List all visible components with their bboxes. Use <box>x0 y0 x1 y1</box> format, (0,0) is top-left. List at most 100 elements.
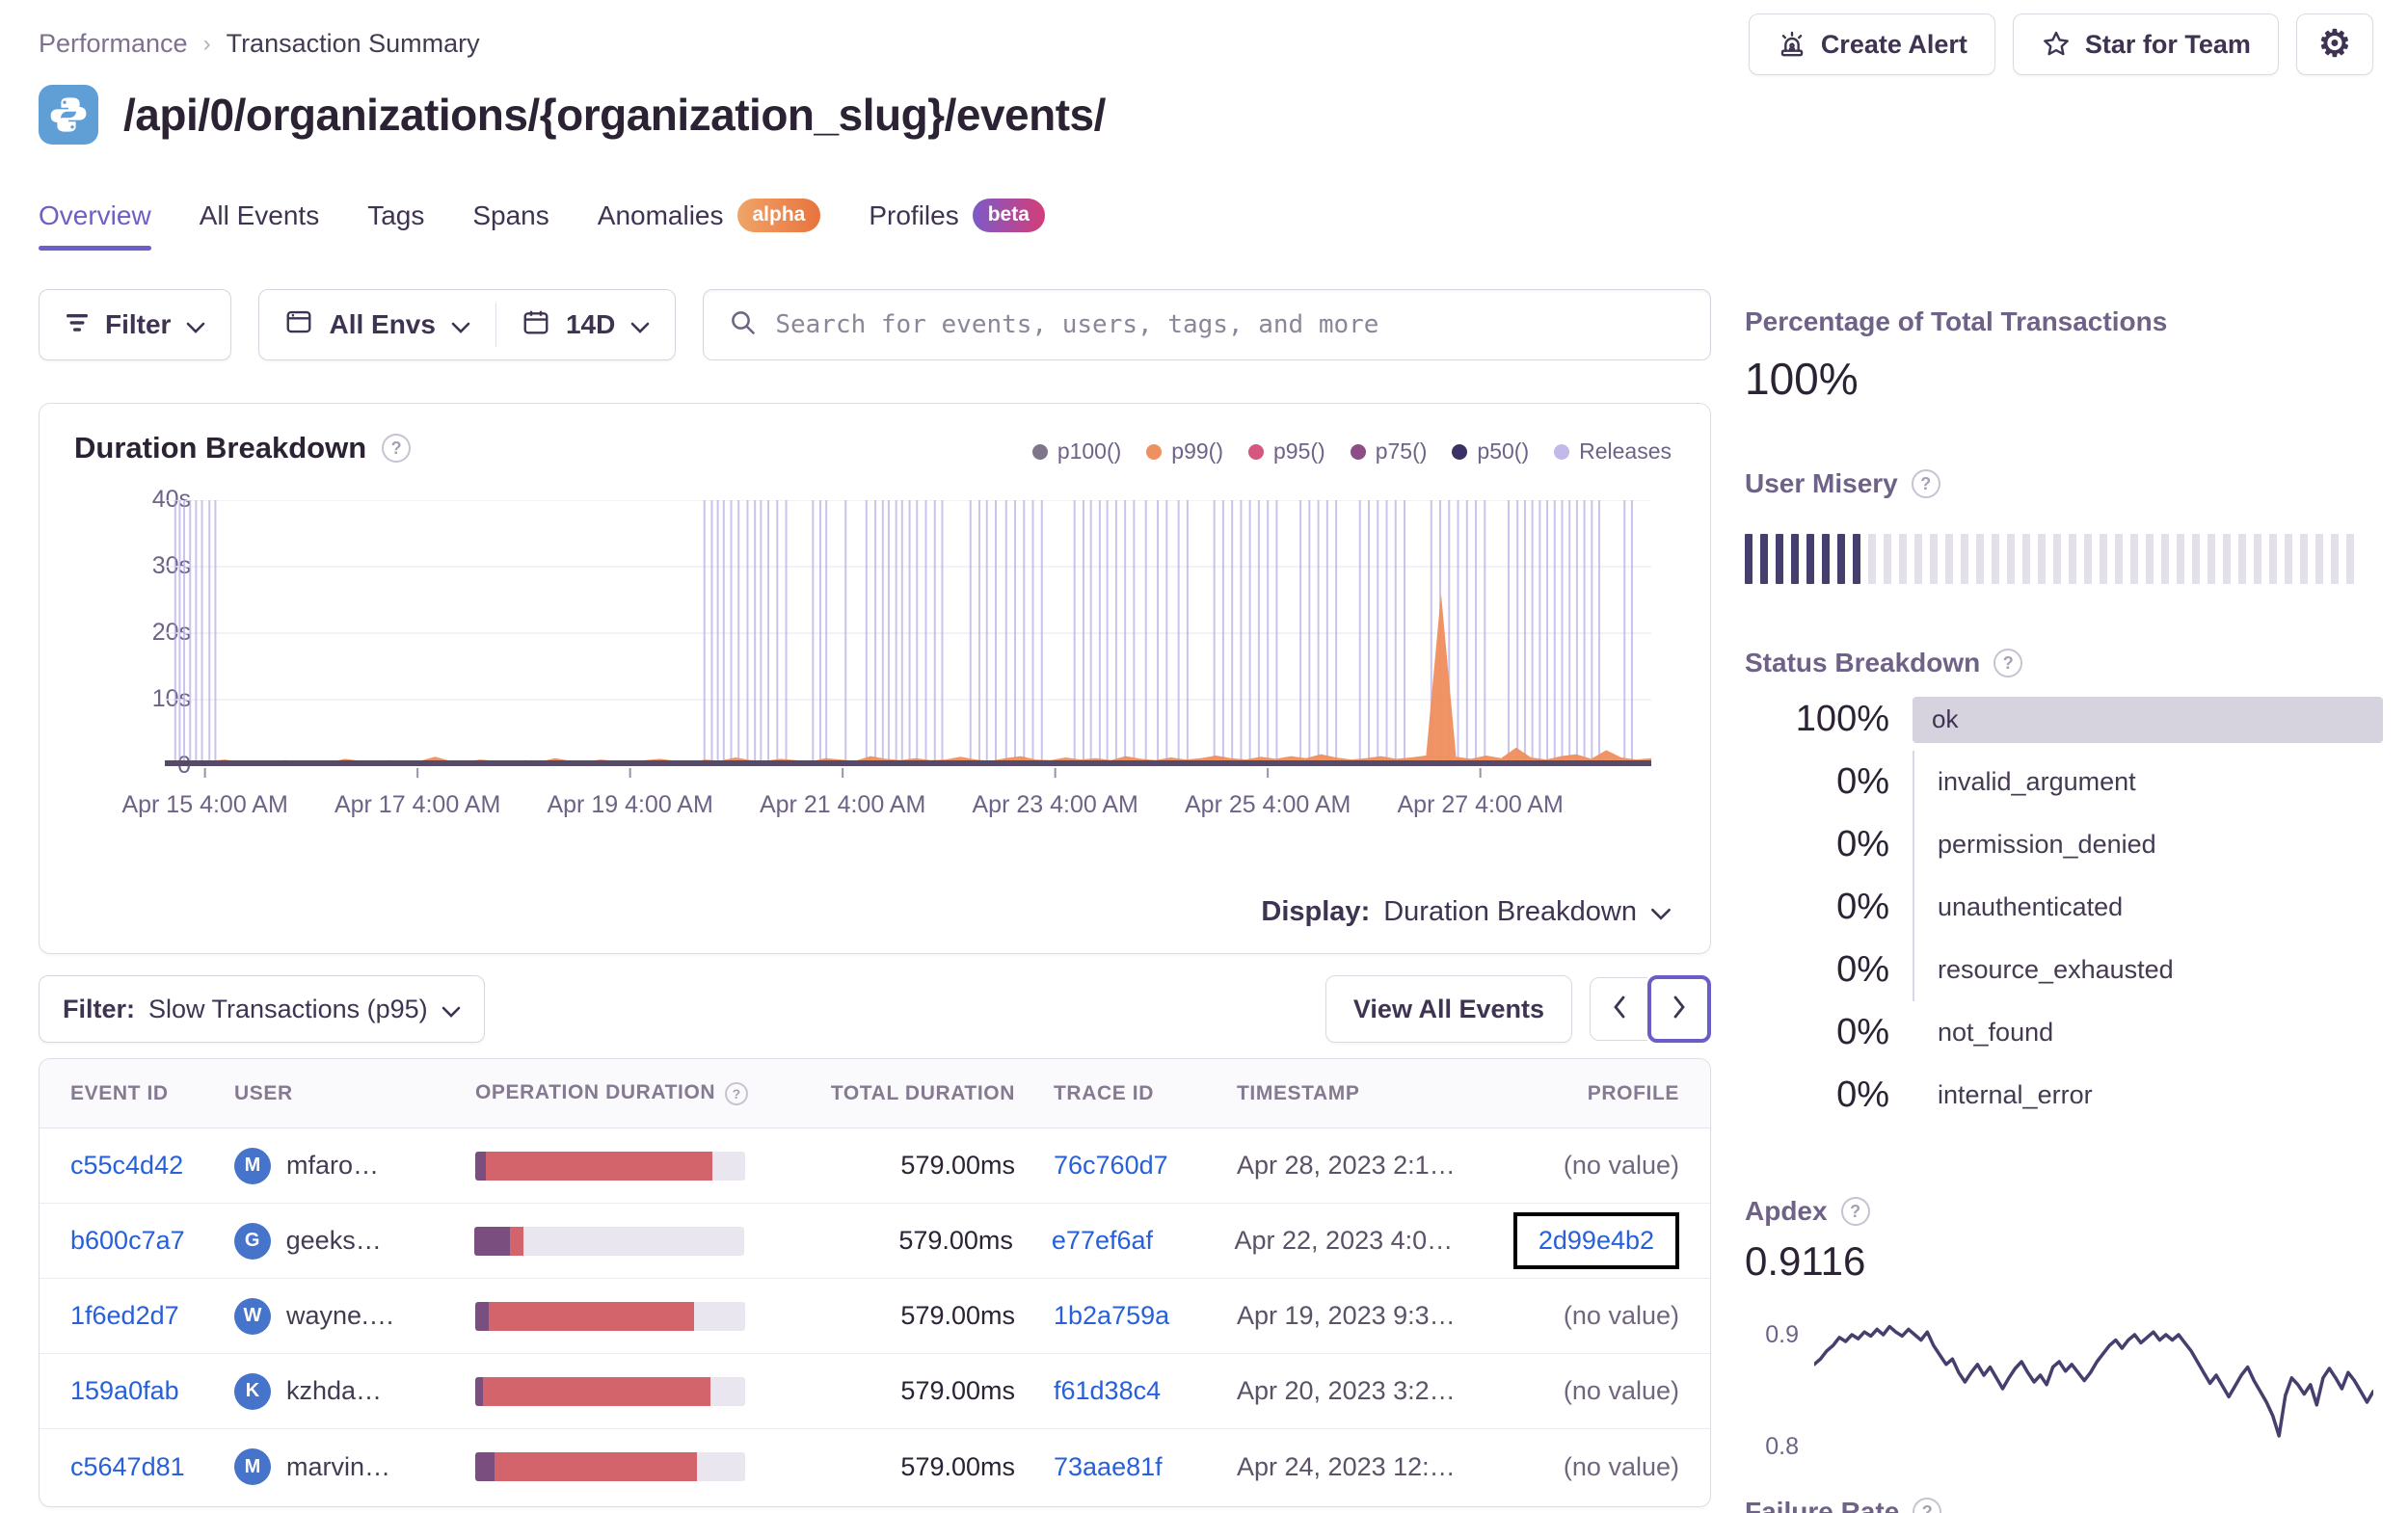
column-header-trace-id[interactable]: TRACE ID <box>1054 1082 1237 1105</box>
profile-no-value: (no value) <box>1563 1301 1679 1330</box>
legend-dot-icon <box>1031 443 1048 460</box>
operation-duration-bar <box>475 1151 745 1181</box>
help-icon[interactable]: ? <box>1911 469 1940 498</box>
op-segment-http <box>486 1151 713 1181</box>
profile-id-link[interactable]: 2d99e4b2 <box>1538 1226 1654 1255</box>
gear-icon: ⚙ <box>2317 24 2351 65</box>
duration-chart-plot[interactable] <box>165 499 1651 780</box>
tab-tags[interactable]: Tags <box>367 200 424 251</box>
status-label: resource_exhausted <box>1938 955 2174 984</box>
misery-tick-empty <box>2254 534 2261 584</box>
column-header-user[interactable]: USER <box>234 1082 475 1105</box>
table-row: 159a0fab Kkzhda… 579.00ms f61d38c4 Apr 20, 2… <box>40 1354 1710 1429</box>
op-segment-db <box>475 1151 487 1181</box>
tab-overview[interactable]: Overview <box>39 200 151 251</box>
legend-item-p95[interactable]: p95() <box>1248 438 1325 465</box>
environment-dropdown[interactable]: All Envs <box>259 290 495 359</box>
legend-item-p100[interactable]: p100() <box>1031 438 1121 465</box>
column-header-profile[interactable]: PROFILE <box>1516 1082 1679 1105</box>
event-id-link[interactable]: 159a0fab <box>70 1376 179 1405</box>
settings-button[interactable]: ⚙ <box>2295 13 2373 75</box>
legend-dot-icon <box>1146 443 1163 460</box>
trace-id-link[interactable]: f61d38c4 <box>1054 1376 1161 1405</box>
profile-cell: (no value) <box>1516 1301 1679 1331</box>
tab-spans[interactable]: Spans <box>472 200 548 251</box>
tab-profiles[interactable]: Profiles beta <box>869 199 1045 252</box>
column-header-total-duration[interactable]: TOTAL DURATION <box>813 1082 1054 1105</box>
status-row-internal_error: 0% internal_error <box>1745 1064 2383 1127</box>
operation-duration-bar <box>475 1301 745 1331</box>
previous-page-button[interactable] <box>1590 977 1647 1041</box>
trace-id-link[interactable]: 1b2a759a <box>1054 1301 1169 1330</box>
column-header-event-id[interactable]: EVENT ID <box>70 1082 234 1105</box>
timestamp-cell: Apr 19, 2023 9:3… <box>1237 1301 1456 1330</box>
trace-id-cell: e77ef6af <box>1052 1226 1235 1256</box>
help-icon[interactable]: ? <box>1993 649 2023 677</box>
column-header-operation-duration[interactable]: OPERATION DURATION? <box>475 1081 813 1105</box>
trace-id-link[interactable]: 73aae81f <box>1054 1452 1163 1481</box>
misery-tick-empty <box>1899 534 1907 584</box>
display-value: Duration Breakdown <box>1383 896 1637 927</box>
op-segment-http <box>483 1376 710 1406</box>
filter-dropdown[interactable]: Filter <box>39 289 232 360</box>
misery-tick-filled <box>1822 534 1830 584</box>
breadcrumb-separator-icon: › <box>202 30 211 57</box>
legend-label: p95() <box>1273 438 1325 464</box>
status-label-wrap: unauthenticated <box>1913 876 2383 939</box>
trace-id-link[interactable]: 76c760d7 <box>1054 1151 1168 1180</box>
event-id-link[interactable]: c55c4d42 <box>70 1151 183 1180</box>
legend-item-p75[interactable]: p75() <box>1350 438 1427 465</box>
misery-tick-empty <box>2315 534 2323 584</box>
operation-duration-cell <box>475 1301 813 1331</box>
star-for-team-button[interactable]: Star for Team <box>2012 13 2279 75</box>
search-input[interactable] <box>775 310 1685 339</box>
help-icon[interactable]: ? <box>725 1081 749 1105</box>
date-range-dropdown[interactable]: 14D <box>496 290 675 359</box>
header-actions: Create Alert Star for Team ⚙ <box>1748 13 2373 75</box>
events-toolbar: Filter: Slow Transactions (p95) View All… <box>39 975 1711 1043</box>
legend-item-p50[interactable]: p50() <box>1452 438 1529 465</box>
op-segment-http <box>489 1301 694 1331</box>
transactions-filter-dropdown[interactable]: Filter: Slow Transactions (p95) <box>39 975 485 1043</box>
misery-tick-empty <box>1884 534 1891 584</box>
breadcrumb-performance[interactable]: Performance <box>39 29 188 59</box>
misery-tick-empty <box>2177 534 2184 584</box>
status-label-wrap: internal_error <box>1913 1064 2383 1127</box>
misery-tick-empty <box>2022 534 2030 584</box>
trace-id-link[interactable]: e77ef6af <box>1052 1226 1153 1255</box>
legend-item-Releases[interactable]: Releases <box>1554 438 1672 465</box>
help-icon[interactable]: ? <box>1840 1197 1870 1226</box>
column-header-timestamp[interactable]: TIMESTAMP <box>1237 1082 1516 1105</box>
status-label: permission_denied <box>1938 830 2156 859</box>
status-label: invalid_argument <box>1938 767 2136 796</box>
create-alert-button[interactable]: Create Alert <box>1748 13 1995 75</box>
star-for-team-label: Star for Team <box>2084 29 2251 59</box>
misery-tick-empty <box>1992 534 1999 584</box>
x-tick-label: Apr 25 4:00 AM <box>1184 791 1351 818</box>
table-row: c55c4d42 Mmfaro… 579.00ms 76c760d7 Apr 28, 2… <box>40 1128 1710 1204</box>
tab-all-events[interactable]: All Events <box>200 200 320 251</box>
x-tick-label: Apr 23 4:00 AM <box>972 791 1138 818</box>
status-label: unauthenticated <box>1938 892 2124 921</box>
status-label-wrap: not_found <box>1913 1001 2383 1064</box>
help-icon[interactable]: ? <box>1913 1498 1942 1513</box>
misery-tick-empty <box>2084 534 2092 584</box>
event-id-link[interactable]: 1f6ed2d7 <box>70 1301 179 1330</box>
event-id-link[interactable]: b600c7a7 <box>70 1226 185 1255</box>
status-label: not_found <box>1938 1018 2054 1047</box>
misery-tick-empty <box>1914 534 1922 584</box>
operation-duration-bar <box>475 1452 745 1481</box>
misery-tick-empty <box>2223 534 2231 584</box>
tab-anomalies[interactable]: Anomalies alpha <box>598 199 821 252</box>
display-selector[interactable]: Display: Duration Breakdown <box>1261 896 1672 928</box>
next-page-button[interactable] <box>1647 975 1711 1043</box>
help-icon[interactable]: ? <box>382 434 412 463</box>
misery-tick-empty <box>2130 534 2138 584</box>
view-all-events-button[interactable]: View All Events <box>1324 975 1572 1043</box>
misery-tick-filled <box>1853 534 1860 584</box>
operation-duration-bar <box>475 1376 745 1406</box>
apdex-tick-08: 0.8 <box>1765 1433 1799 1460</box>
event-id-link[interactable]: c5647d81 <box>70 1452 185 1481</box>
misery-tick-empty <box>2100 534 2107 584</box>
legend-item-p99[interactable]: p99() <box>1146 438 1223 465</box>
